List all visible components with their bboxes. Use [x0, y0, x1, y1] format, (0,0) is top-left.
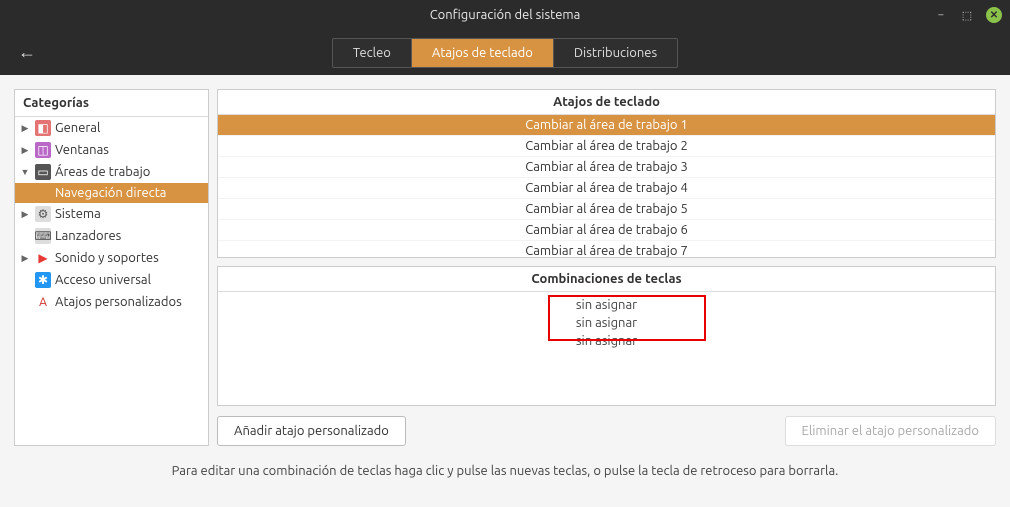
system-icon: ⚙: [35, 206, 51, 222]
tab-layouts[interactable]: Distribuciones: [554, 39, 677, 67]
window-controls: − ⬚ ✕: [934, 7, 1002, 23]
remove-shortcut-button[interactable]: Eliminar el atajo personalizado: [785, 416, 996, 446]
list-row[interactable]: Cambiar al área de trabajo 2: [218, 136, 995, 157]
sidebar-item-label: Navegación directa: [55, 186, 166, 200]
list-row[interactable]: Cambiar al área de trabajo 6: [218, 220, 995, 241]
shortcuts-panel-header: Atajos de teclado: [218, 90, 995, 115]
general-icon: ◧: [35, 120, 51, 136]
sidebar-header: Categorías: [15, 90, 208, 117]
list-row[interactable]: Cambiar al área de trabajo 4: [218, 178, 995, 199]
accessibility-icon: ✱: [35, 272, 51, 288]
expand-icon: ▶: [19, 209, 31, 220]
sidebar-item-atajos-pers[interactable]: A Atajos personalizados: [15, 291, 208, 313]
main-area: Atajos de teclado Cambiar al área de tra…: [217, 89, 996, 446]
minimize-icon[interactable]: −: [934, 8, 948, 22]
sidebar-item-label: Sonido y soportes: [55, 251, 159, 265]
combo-row[interactable]: sin asignar: [218, 296, 995, 314]
expand-icon: ▶: [19, 253, 31, 264]
sidebar-item-sonido[interactable]: ▶ ▶ Sonido y soportes: [15, 247, 208, 269]
footer-hint: Para editar una combinación de teclas ha…: [0, 460, 1010, 482]
sidebar-item-acceso[interactable]: ✱ Acceso universal: [15, 269, 208, 291]
shortcuts-list: Cambiar al área de trabajo 1Cambiar al á…: [218, 115, 995, 257]
list-row[interactable]: Cambiar al área de trabajo 7: [218, 241, 995, 257]
tab-typing[interactable]: Tecleo: [333, 39, 412, 67]
combos-panel-header: Combinaciones de teclas: [218, 267, 995, 292]
sidebar-item-label: Lanzadores: [55, 229, 121, 243]
sidebar: Categorías ▶ ◧ General ▶ ◫ Ventanas ▼ ▭ Áreas …: [14, 89, 209, 446]
add-shortcut-button[interactable]: Añadir atajo personalizado: [217, 416, 406, 446]
tab-shortcuts[interactable]: Atajos de teclado: [412, 39, 554, 67]
sound-icon: ▶: [35, 250, 51, 266]
sidebar-item-nav-directa[interactable]: Navegación directa: [15, 183, 208, 203]
content: Categorías ▶ ◧ General ▶ ◫ Ventanas ▼ ▭ Áreas …: [0, 75, 1010, 460]
sidebar-item-label: Atajos personalizados: [55, 295, 182, 309]
sidebar-item-label: General: [55, 121, 100, 135]
tab-group: Tecleo Atajos de teclado Distribuciones: [332, 38, 678, 68]
shortcuts-panel: Atajos de teclado Cambiar al área de tra…: [217, 89, 996, 258]
sidebar-item-lanzadores[interactable]: ⌨ Lanzadores: [15, 225, 208, 247]
list-row[interactable]: Cambiar al área de trabajo 5: [218, 199, 995, 220]
close-icon[interactable]: ✕: [986, 7, 1002, 23]
workspaces-icon: ▭: [35, 164, 51, 180]
list-row[interactable]: Cambiar al área de trabajo 1: [218, 115, 995, 136]
back-icon[interactable]: ←: [18, 42, 36, 63]
combos-list: sin asignarsin asignarsin asignar: [218, 292, 995, 405]
expand-icon: ▶: [19, 145, 31, 156]
toolbar: ← Tecleo Atajos de teclado Distribucione…: [0, 30, 1010, 75]
sidebar-item-label: Ventanas: [55, 143, 109, 157]
combos-panel: Combinaciones de teclas sin asignarsin a…: [217, 266, 996, 406]
collapse-icon: ▼: [19, 167, 31, 177]
combo-row[interactable]: sin asignar: [218, 314, 995, 332]
category-tree: ▶◧General ▶◫Ventanas ▼▭Áreas de trabajo …: [15, 117, 208, 445]
combo-row[interactable]: sin asignar: [218, 332, 995, 350]
sidebar-item-label: Sistema: [55, 207, 101, 221]
windows-icon: ◫: [35, 142, 51, 158]
launchers-icon: ⌨: [35, 228, 51, 244]
sidebar-item-sistema[interactable]: ▶ ⚙ Sistema: [15, 203, 208, 225]
maximize-icon[interactable]: ⬚: [960, 8, 974, 22]
titlebar: Configuración del sistema − ⬚ ✕: [0, 0, 1010, 30]
sidebar-item-areas[interactable]: ▼ ▭ Áreas de trabajo: [15, 161, 208, 183]
list-row[interactable]: Cambiar al área de trabajo 3: [218, 157, 995, 178]
sidebar-item-label: Acceso universal: [55, 273, 151, 287]
button-row: Añadir atajo personalizado Eliminar el a…: [217, 414, 996, 446]
sidebar-item-label: Áreas de trabajo: [55, 165, 150, 179]
expand-icon: ▶: [19, 123, 31, 134]
custom-shortcuts-icon: A: [35, 294, 51, 310]
window-title: Configuración del sistema: [430, 8, 581, 22]
sidebar-item-ventanas[interactable]: ▶ ◫ Ventanas: [15, 139, 208, 161]
sidebar-item-general[interactable]: ▶ ◧ General: [15, 117, 208, 139]
